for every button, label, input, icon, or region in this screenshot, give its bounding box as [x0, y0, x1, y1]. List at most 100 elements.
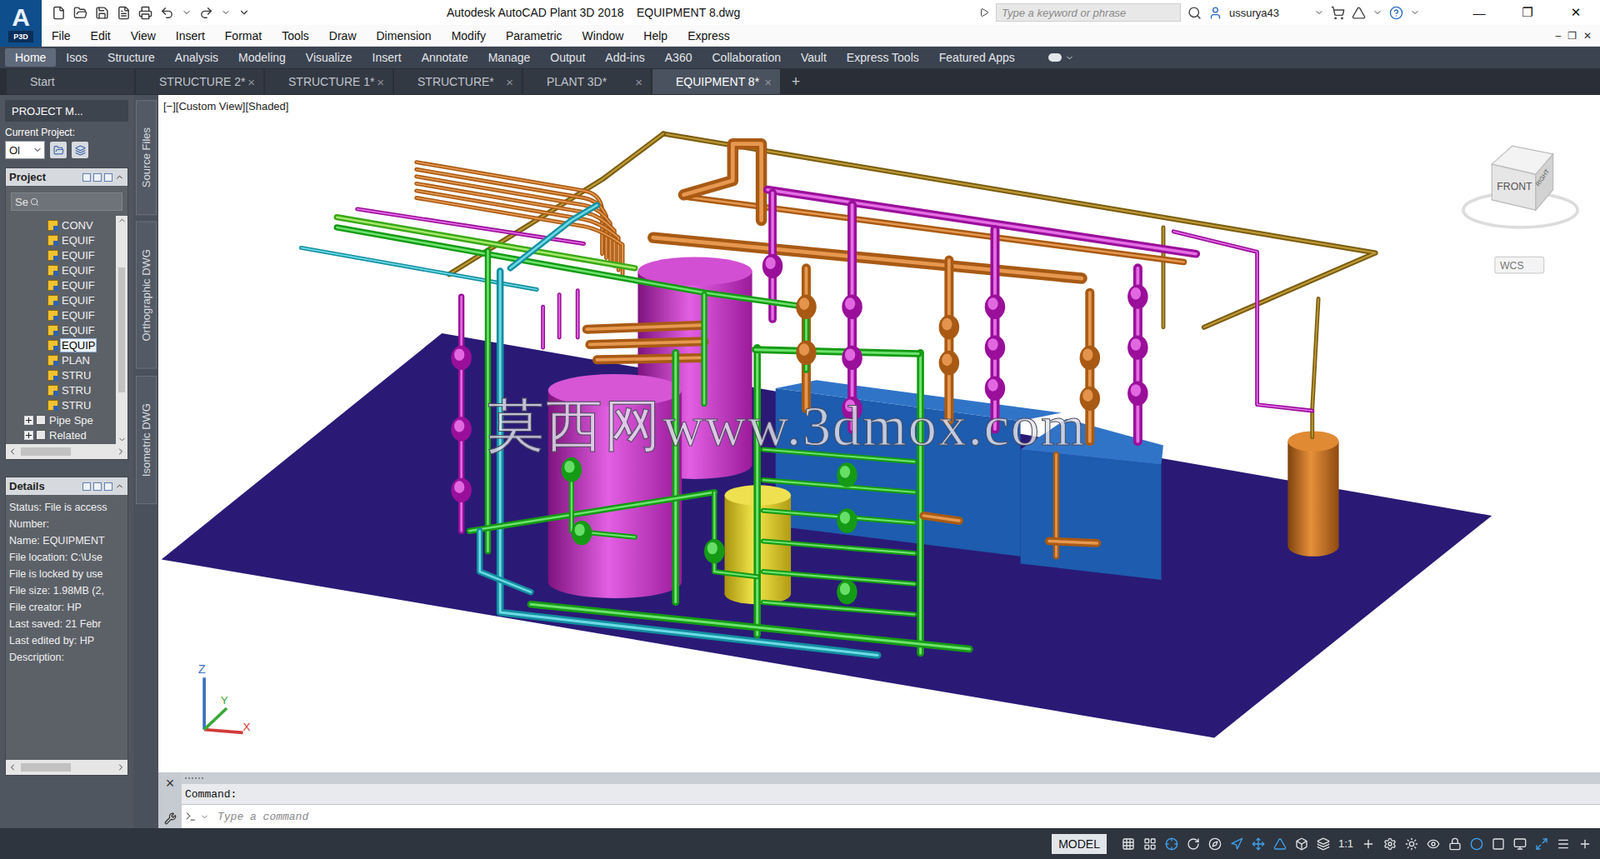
model-space-button[interactable]: MODEL [1051, 834, 1107, 855]
scroll-right-icon[interactable] [115, 446, 126, 457]
annotation-scale[interactable]: 1:1 [1338, 837, 1354, 850]
status-toggle[interactable] [1513, 837, 1527, 851]
tab-close-button[interactable]: × [376, 75, 385, 90]
collapse-icon[interactable] [115, 481, 125, 491]
ribbon-tab[interactable]: Structure [97, 48, 165, 67]
status-toggle[interactable] [1316, 837, 1330, 851]
recent-commands-icon[interactable] [200, 812, 210, 822]
ribbon-tab[interactable]: Manage [478, 48, 541, 67]
status-toggle[interactable] [1578, 837, 1592, 851]
menu-item[interactable]: Edit [80, 29, 121, 43]
scroll-down-icon[interactable] [117, 435, 127, 445]
panel-option-icon[interactable] [93, 482, 102, 491]
scroll-thumb[interactable] [20, 447, 71, 456]
ribbon-toggle[interactable] [1048, 53, 1075, 63]
viewcube[interactable]: FRONTRIGHT [1463, 145, 1578, 228]
scroll-up-icon[interactable] [117, 215, 127, 225]
status-toggle[interactable] [1535, 837, 1549, 851]
user-dropdown-icon[interactable] [1314, 7, 1325, 18]
keyword-search[interactable]: Type a keyword or phrase [995, 3, 1181, 22]
command-input[interactable]: Type a command [181, 804, 1600, 829]
status-toggle[interactable] [1208, 837, 1222, 851]
redo-icon[interactable] [199, 5, 214, 20]
help-icon[interactable] [1389, 5, 1404, 20]
tab-close-button[interactable]: × [635, 75, 643, 90]
expand-icon[interactable] [24, 430, 34, 440]
ribbon-tab[interactable]: Isos [55, 48, 98, 67]
open-icon[interactable] [73, 5, 88, 20]
tree-item[interactable]: STRU [5, 397, 116, 413]
side-tab[interactable]: Source Files [135, 100, 157, 215]
ribbon-tab[interactable]: Output [540, 48, 595, 67]
tree-item[interactable]: PLAN [5, 352, 116, 368]
app-logo[interactable]: AP3D [0, 0, 42, 47]
tree-item[interactable]: EQUIF [5, 262, 116, 278]
status-toggle[interactable] [1165, 837, 1179, 851]
expand-search-icon[interactable] [979, 7, 990, 18]
status-toggle[interactable] [1491, 837, 1505, 851]
tab-close-button[interactable]: × [505, 75, 514, 90]
ribbon-tab[interactable]: A360 [655, 48, 703, 67]
ribbon-tab[interactable]: Visualize [295, 48, 363, 67]
status-toggle[interactable] [1426, 837, 1440, 851]
search-icon[interactable] [1187, 5, 1202, 20]
view-controls-label[interactable]: [−][Custom View][Shaded] [163, 100, 289, 113]
scroll-left-icon[interactable] [7, 762, 18, 773]
file-tab[interactable]: PLANT 3D*× [523, 69, 651, 95]
status-toggle[interactable] [1405, 837, 1419, 851]
ribbon-tab[interactable]: Featured Apps [929, 48, 1025, 67]
menu-item[interactable]: Help [633, 29, 678, 43]
menu-item[interactable]: Dimension [366, 29, 442, 43]
panel-option-icon[interactable] [82, 173, 91, 182]
ribbon-tab[interactable]: Add-ins [595, 48, 655, 67]
panel-option-icon[interactable] [104, 173, 113, 182]
file-tab[interactable]: STRUCTURE 1*× [265, 69, 393, 95]
wrench-icon[interactable] [164, 812, 177, 825]
tree-item[interactable]: STRU [5, 382, 116, 398]
tree-item[interactable]: EQUIF [5, 232, 116, 248]
file-tab[interactable]: Start [6, 69, 135, 95]
menu-item[interactable]: Format [215, 29, 272, 43]
menu-item[interactable]: Window [572, 29, 635, 43]
status-toggle[interactable] [1556, 837, 1570, 851]
tree-item[interactable]: EQUIF [5, 292, 116, 308]
status-toggle[interactable] [1230, 837, 1244, 851]
customize-icon[interactable] [238, 6, 250, 19]
window-control-button[interactable]: ❐ [1503, 0, 1552, 25]
menu-item[interactable]: View [120, 29, 166, 43]
project-tool[interactable] [71, 141, 89, 159]
undo-icon[interactable] [160, 5, 175, 20]
tree-group[interactable]: Related [5, 427, 116, 443]
tree-item[interactable]: EQUIP [5, 337, 116, 353]
save-icon[interactable] [95, 5, 110, 20]
file-tab[interactable]: EQUIPMENT 8*× [652, 69, 780, 95]
status-toggle[interactable] [1143, 837, 1157, 851]
ribbon-tab[interactable]: Collaboration [701, 48, 791, 67]
menu-item[interactable]: Tools [271, 29, 320, 43]
wcs-menu[interactable]: WCS [1495, 256, 1545, 274]
menu-item[interactable]: Modify [441, 29, 496, 43]
viewcube-front-label[interactable]: FRONT [1496, 180, 1533, 193]
command-close-button[interactable]: × [165, 775, 175, 791]
status-toggle[interactable] [1186, 837, 1200, 851]
a360-icon[interactable] [1351, 5, 1366, 20]
tree-item[interactable]: STRU [5, 367, 116, 383]
collapse-icon[interactable] [115, 172, 125, 182]
viewcube-right-label[interactable]: RIGHT [1534, 167, 1552, 188]
menu-item[interactable]: File [41, 29, 81, 43]
ribbon-tab[interactable]: Vault [790, 48, 837, 67]
scroll-thumb[interactable] [20, 763, 71, 772]
document-control-button[interactable]: – [1555, 30, 1561, 42]
ribbon-tab[interactable]: Insert [362, 48, 412, 67]
undo-dropdown-icon[interactable] [181, 7, 192, 18]
status-toggle[interactable] [1121, 837, 1135, 851]
menu-item[interactable]: Insert [165, 29, 215, 43]
status-toggle[interactable] [1448, 837, 1462, 851]
scroll-left-icon[interactable] [7, 446, 18, 457]
panel-option-icon[interactable] [93, 173, 102, 182]
tree-hscrollbar[interactable] [5, 444, 128, 460]
status-toggle[interactable] [1251, 837, 1265, 851]
project-tool[interactable] [50, 141, 67, 159]
file-tab[interactable]: STRUCTURE 2*× [135, 69, 264, 95]
redo-dropdown-icon[interactable] [220, 7, 231, 18]
